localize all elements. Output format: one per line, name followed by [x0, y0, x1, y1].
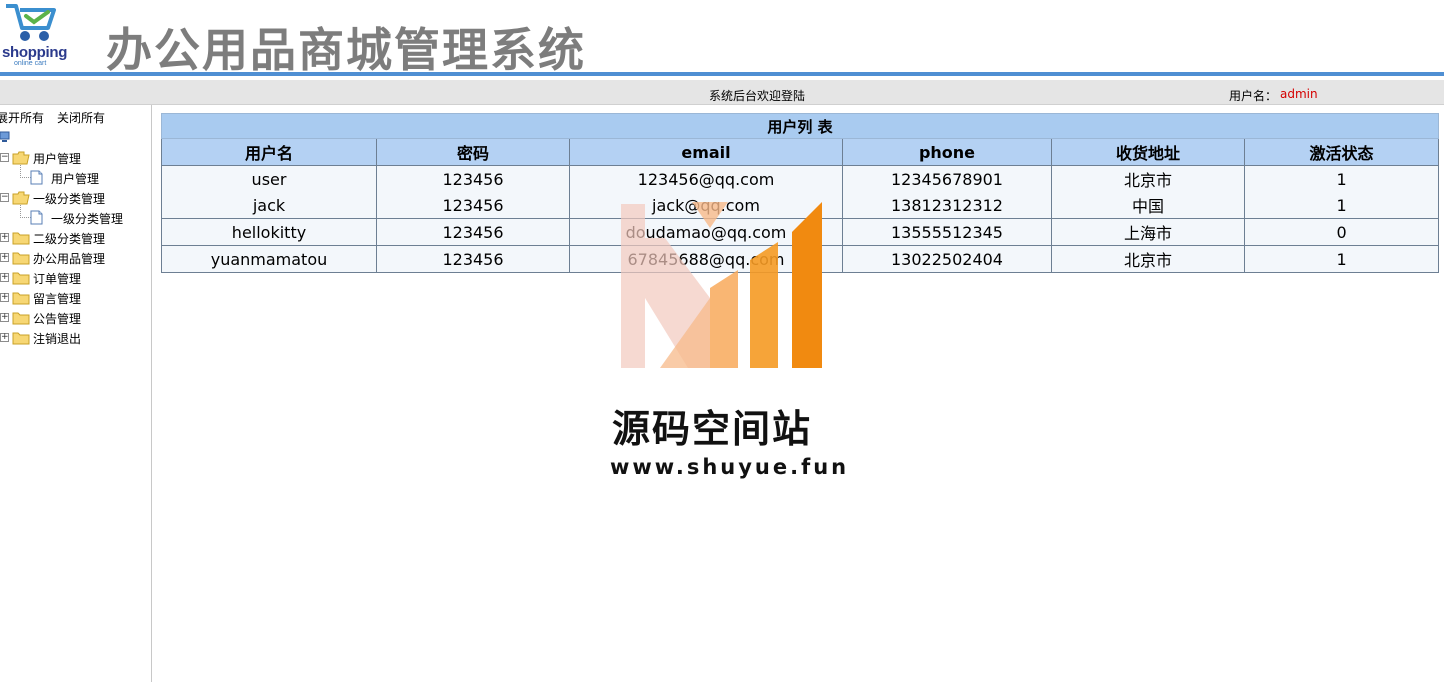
- folder-icon: [12, 292, 30, 305]
- collapse-all-link[interactable]: 关闭所有: [57, 109, 105, 126]
- cell-username: hellokitty: [161, 218, 377, 246]
- sidebar-item-label: 二级分类管理: [33, 232, 106, 246]
- header-divider: [0, 72, 1444, 76]
- expand-icon[interactable]: +: [0, 233, 9, 242]
- table-header-row: 用户名 密码 email phone 收货地址 激活状态: [161, 138, 1440, 166]
- cell-phone: 13555512345: [842, 218, 1052, 246]
- cell-status: 0: [1243, 218, 1440, 246]
- user-label: 用户名：: [1229, 89, 1278, 103]
- user-list-table: 用户列 表 用户名 密码 email phone 收货地址 激活状态 user …: [160, 113, 1440, 273]
- folder-icon: [12, 232, 30, 245]
- document-icon: [30, 210, 43, 225]
- sidebar-tree: 展开所有 关闭所有 − 用户管理 用户管理 − 一级分类管理 一级分类管理 + …: [0, 105, 152, 682]
- cell-status: 1: [1243, 192, 1440, 219]
- sidebar-item-label: 一级分类管理: [33, 192, 106, 206]
- sidebar-item-label: 注销退出: [33, 332, 82, 346]
- folder-icon: [12, 272, 30, 285]
- cell-phone: 13022502404: [842, 245, 1052, 273]
- column-header-password: 密码: [376, 138, 570, 166]
- cell-username: jack: [161, 192, 377, 219]
- cell-email: doudamao@qq.com: [569, 218, 843, 246]
- shopping-logo: shopping online cart: [0, 2, 80, 68]
- cell-status: 1: [1243, 165, 1440, 192]
- cell-email: 67845688@qq.com: [569, 245, 843, 273]
- welcome-bar: 系统后台欢迎登陆 用户名： admin: [0, 80, 1444, 105]
- collapse-icon[interactable]: −: [0, 193, 9, 202]
- table-row: hellokitty 123456 doudamao@qq.com 135555…: [161, 218, 1440, 246]
- app-header: shopping online cart 办公用品商城管理系统: [0, 0, 1444, 77]
- sidebar-item-label: 留言管理: [33, 292, 82, 306]
- cell-phone: 12345678901: [842, 165, 1052, 192]
- table-row: yuanmamatou 123456 67845688@qq.com 13022…: [161, 245, 1440, 273]
- table-row: user 123456 123456@qq.com 12345678901 北京…: [161, 165, 1440, 192]
- folder-icon: [12, 312, 30, 325]
- cell-status: 1: [1243, 245, 1440, 273]
- cell-email: jack@qq.com: [569, 192, 843, 219]
- sidebar-subitem-label: 用户管理: [51, 172, 100, 186]
- sidebar-item-label: 订单管理: [33, 272, 82, 286]
- current-user-name: admin: [1280, 87, 1318, 101]
- logo-subtext: online cart: [14, 60, 47, 67]
- expand-icon[interactable]: +: [0, 293, 9, 302]
- column-header-username: 用户名: [161, 138, 377, 166]
- cart-icon: [6, 4, 56, 41]
- cell-password: 123456: [376, 218, 570, 246]
- column-header-email: email: [569, 138, 843, 166]
- table-caption: 用户列 表: [160, 113, 1440, 139]
- column-header-status: 激活状态: [1243, 138, 1440, 166]
- expand-icon[interactable]: +: [0, 313, 9, 322]
- cell-phone: 13812312312: [842, 192, 1052, 219]
- sidebar-subitem-label: 一级分类管理: [51, 212, 124, 226]
- cell-password: 123456: [376, 245, 570, 273]
- cell-password: 123456: [376, 165, 570, 192]
- cell-address: 中国: [1051, 192, 1245, 219]
- cell-email: 123456@qq.com: [569, 165, 843, 192]
- app-title: 办公用品商城管理系统: [106, 23, 586, 77]
- expand-icon[interactable]: +: [0, 253, 9, 262]
- sidebar-item-label: 办公用品管理: [33, 252, 106, 266]
- welcome-text: 系统后台欢迎登陆: [709, 89, 806, 103]
- cell-username: yuanmamatou: [161, 245, 377, 273]
- expand-icon[interactable]: +: [0, 333, 9, 342]
- cell-username: user: [161, 165, 377, 192]
- table-row: jack 123456 jack@qq.com 13812312312 中国 1: [161, 192, 1440, 219]
- document-icon: [30, 170, 43, 185]
- folder-icon: [12, 332, 30, 345]
- expand-icon[interactable]: +: [0, 273, 9, 282]
- folder-open-icon: [12, 151, 30, 165]
- folder-open-icon: [12, 191, 30, 205]
- sidebar-item-label: 公告管理: [33, 312, 82, 326]
- column-header-phone: phone: [842, 138, 1052, 166]
- column-header-address: 收货地址: [1051, 138, 1245, 166]
- cell-password: 123456: [376, 192, 570, 219]
- cell-address: 北京市: [1051, 165, 1245, 192]
- expand-all-link[interactable]: 展开所有: [0, 109, 44, 126]
- collapse-icon[interactable]: −: [0, 153, 9, 162]
- watermark-title: 源码空间站: [612, 407, 813, 451]
- user-list-table-wrap: 用户列 表 用户名 密码 email phone 收货地址 激活状态 user …: [160, 113, 1440, 273]
- cell-address: 上海市: [1051, 218, 1245, 246]
- sidebar-item-label: 用户管理: [33, 152, 82, 166]
- computer-icon: [0, 131, 10, 142]
- watermark-url: www.shuyue.fun: [610, 455, 850, 479]
- folder-icon: [12, 252, 30, 265]
- cell-address: 北京市: [1051, 245, 1245, 273]
- logo-text: shopping: [2, 44, 68, 61]
